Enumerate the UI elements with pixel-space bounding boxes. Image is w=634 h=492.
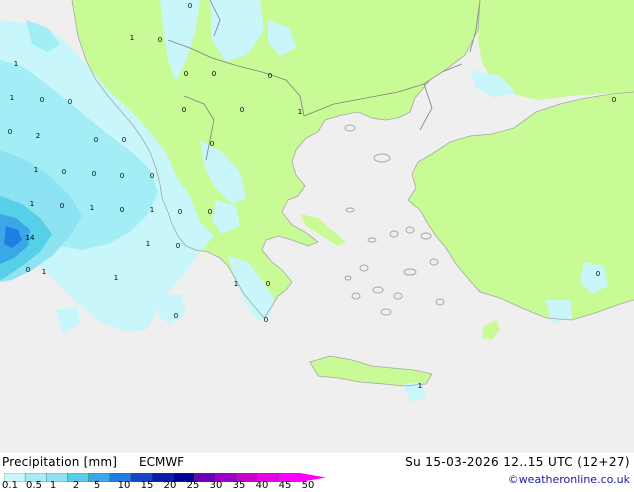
scale-tick-label: 50	[301, 480, 315, 491]
scale-tick-label: 10	[117, 480, 131, 491]
scale-tick-label: 0.5	[26, 480, 42, 491]
cell-value-label: 1	[34, 166, 38, 174]
scale-tick-label: 5	[93, 480, 101, 491]
cell-value-label: 0	[26, 266, 30, 274]
cell-value-label: 0	[182, 106, 186, 114]
cell-value-label: 0	[120, 172, 124, 180]
cell-value-label: 1	[234, 280, 238, 288]
model-name: ECMWF	[139, 455, 185, 469]
cell-value-label: 0	[188, 2, 192, 10]
map-canvas: 0 1 0 1 0 0 0 1 0 0 0 0 1 0 0 2 0 0 0 0 1 0 0 0 1 0 1 0 1 0 0 1 0 1 1 0 0 0 1 0…	[0, 0, 634, 453]
cell-value-label: 0	[266, 280, 270, 288]
cell-value-label: 0	[612, 96, 616, 104]
cell-value-label: 0	[40, 96, 44, 104]
scale-tick-label: 30	[209, 480, 223, 491]
cell-value-label: 0	[240, 106, 244, 114]
scale-tick-label: 20	[163, 480, 177, 491]
cell-value-label: 0	[264, 316, 268, 324]
cell-value-label: 0	[60, 202, 64, 210]
cell-value-label: 1	[150, 206, 154, 214]
cell-value-label: 0	[158, 36, 162, 44]
cell-value-label: 0	[120, 206, 124, 214]
credit-link[interactable]: ©weatheronline.co.uk	[508, 473, 630, 487]
cell-value-label: 0	[122, 136, 126, 144]
cell-value-label: 1	[418, 382, 422, 390]
cell-value-label: 1	[30, 200, 34, 208]
scale-tick-label: 2	[72, 480, 80, 491]
cell-value-label: 1	[10, 94, 14, 102]
cell-value-label: 0	[62, 168, 66, 176]
cell-value-label: 1	[146, 240, 150, 248]
cell-value-label: 0	[8, 128, 12, 136]
scale-tick-label: 40	[255, 480, 269, 491]
cell-value-label: 0	[208, 208, 212, 216]
scale-tick-label: 1	[49, 480, 57, 491]
scale-tick-label: 45	[278, 480, 292, 491]
precipitation-map: 0 1 0 1 0 0 0 1 0 0 0 0 1 0 0 2 0 0 0 0 1 0 0 0 1 0 1 0 1 0 0 1 0 1 1 0 0 0 1 0…	[0, 0, 634, 453]
scale-tick-label: 15	[140, 480, 154, 491]
valid-time: Su 15-03-2026 12..15 UTC (12+27)	[405, 455, 630, 469]
color-scale-labels: 0.1 0.5 1 2 5 10 15 20 25 30 35 40 45 50	[0, 480, 340, 492]
cell-value-label: 0	[184, 70, 188, 78]
cell-value-label: 14	[26, 234, 35, 242]
cell-value-label: 0	[178, 208, 182, 216]
cell-value-label: 0	[212, 70, 216, 78]
cell-value-label: 0	[174, 312, 178, 320]
cell-value-label: 1	[114, 274, 118, 282]
cell-value-label: 0	[150, 172, 154, 180]
cell-value-label: 0	[94, 136, 98, 144]
scale-tick-label: 0.1	[2, 480, 18, 491]
cell-value-label: 0	[68, 98, 72, 106]
cell-value-label: 0	[92, 170, 96, 178]
cell-value-label: 0	[596, 270, 600, 278]
cell-value-label: 2	[36, 132, 40, 140]
scale-tick-label: 35	[232, 480, 246, 491]
cell-value-label: 1	[298, 108, 302, 116]
cell-value-label: 1	[90, 204, 94, 212]
cell-value-label: 0	[210, 140, 214, 148]
legend-bar: Precipitation [mm] ECMWF Su 15-03-2026 1…	[0, 453, 634, 492]
cell-value-label: 0	[176, 242, 180, 250]
cell-value-label: 1	[130, 34, 134, 42]
legend-title: Precipitation [mm]	[2, 455, 118, 469]
cell-value-label: 0	[268, 72, 272, 80]
cell-value-label: 1	[14, 60, 18, 68]
cell-value-label: 1	[42, 268, 46, 276]
scale-tick-label: 25	[186, 480, 200, 491]
